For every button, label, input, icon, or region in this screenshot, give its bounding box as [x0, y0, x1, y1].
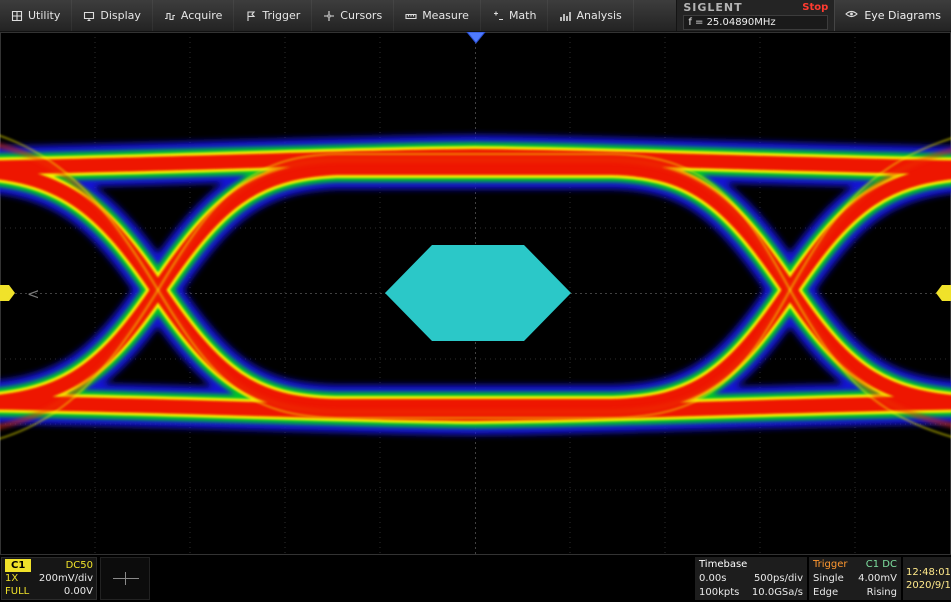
- menu-item-cursors[interactable]: Cursors: [312, 0, 394, 31]
- clock: 12:48:01 2020/9/1: [903, 557, 951, 600]
- trigger-icon: [245, 10, 257, 22]
- timebase-memory: 100kpts: [699, 586, 739, 599]
- menubar-right-cluster: SIGLENT Stop f = 25.04890MHz Eye Diagram…: [676, 0, 951, 31]
- timebase-title: Timebase: [699, 558, 803, 571]
- menu-item-display[interactable]: Display: [72, 0, 153, 31]
- menu-item-label: Math: [509, 9, 537, 22]
- eye-diagram-plot: <: [0, 32, 951, 555]
- trigger-mode: Single: [813, 572, 844, 585]
- trigger-position-marker[interactable]: [467, 32, 485, 43]
- acquisition-status[interactable]: Stop: [802, 2, 828, 13]
- menu-item-analysis[interactable]: Analysis: [548, 0, 633, 31]
- menu-item-label: Analysis: [576, 9, 621, 22]
- menu-item-measure[interactable]: Measure: [394, 0, 481, 31]
- menu-item-acquire[interactable]: Acquire: [153, 0, 234, 31]
- acquire-icon: [164, 10, 176, 22]
- clock-date: 2020/9/1: [906, 580, 948, 591]
- measure-icon: [405, 10, 417, 22]
- display-icon: [83, 10, 95, 22]
- trigger-level-marker-right[interactable]: [936, 285, 951, 301]
- offset-indicator: [100, 557, 150, 600]
- acquisition-status-box: SIGLENT Stop f = 25.04890MHz: [676, 0, 834, 31]
- mask-hexagon: [385, 245, 571, 341]
- analysis-icon: [559, 10, 571, 22]
- trigger-type: Edge: [813, 586, 838, 599]
- frequency-counter: f = 25.04890MHz: [683, 15, 828, 30]
- trigger-title: Trigger: [813, 558, 848, 571]
- timebase-sample-rate: 10.0GSa/s: [752, 586, 803, 599]
- timebase-scale: 500ps/div: [754, 572, 803, 585]
- trigger-slope: Rising: [867, 586, 897, 599]
- menu-item-label: Measure: [422, 9, 469, 22]
- menu-item-label: Cursors: [340, 9, 382, 22]
- clock-time: 12:48:01: [906, 567, 948, 578]
- menu-item-trigger[interactable]: Trigger: [234, 0, 312, 31]
- pan-hint-glyph: <: [27, 285, 40, 303]
- trigger-panel[interactable]: Trigger C1 DC Single 4.00mV Edge Rising: [809, 557, 901, 600]
- channel-name-badge[interactable]: C1: [5, 559, 31, 572]
- offset-crosshair-icon: [113, 578, 139, 579]
- menu-item-label: Trigger: [262, 9, 300, 22]
- channel-attenuation: 1X: [5, 572, 18, 585]
- cursors-icon: [323, 10, 335, 22]
- eye-diagrams-label: Eye Diagrams: [864, 9, 941, 22]
- channel-bandwidth: FULL: [5, 585, 29, 598]
- channel-coupling: DC50: [66, 559, 93, 572]
- eye-diagrams-button[interactable]: Eye Diagrams: [834, 0, 951, 31]
- trigger-level: 4.00mV: [858, 572, 897, 585]
- menu-item-label: Display: [100, 9, 141, 22]
- menu-item-utility[interactable]: Utility: [0, 0, 72, 31]
- eye-icon: [845, 8, 858, 23]
- utility-icon: [11, 10, 23, 22]
- offset-crosshair-icon-vertical: [125, 572, 126, 585]
- math-icon: [492, 10, 504, 22]
- trigger-level-marker-left[interactable]: [0, 285, 15, 301]
- menu-item-label: Acquire: [181, 9, 222, 22]
- status-bar: C1 DC50 1X 200mV/div FULL 0.00V Timebase…: [0, 555, 951, 602]
- brand-logo: SIGLENT: [683, 1, 742, 14]
- timebase-delay: 0.00s: [699, 572, 726, 585]
- channel-vertical-scale: 200mV/div: [39, 572, 93, 585]
- statusbar-spacer: [150, 557, 695, 600]
- timebase-panel[interactable]: Timebase 0.00s 500ps/div 100kpts 10.0GSa…: [695, 557, 807, 600]
- menu-item-label: Utility: [28, 9, 60, 22]
- menu-item-math[interactable]: Math: [481, 0, 549, 31]
- oscilloscope-ui: Utility Display Acquire Trigger Cursors: [0, 0, 951, 602]
- waveform-display[interactable]: <: [0, 32, 951, 555]
- channel-offset: 0.00V: [64, 585, 93, 598]
- trigger-source: C1 DC: [866, 558, 897, 571]
- menubar: Utility Display Acquire Trigger Cursors: [0, 0, 951, 32]
- channel-descriptor[interactable]: C1 DC50 1X 200mV/div FULL 0.00V: [1, 557, 97, 600]
